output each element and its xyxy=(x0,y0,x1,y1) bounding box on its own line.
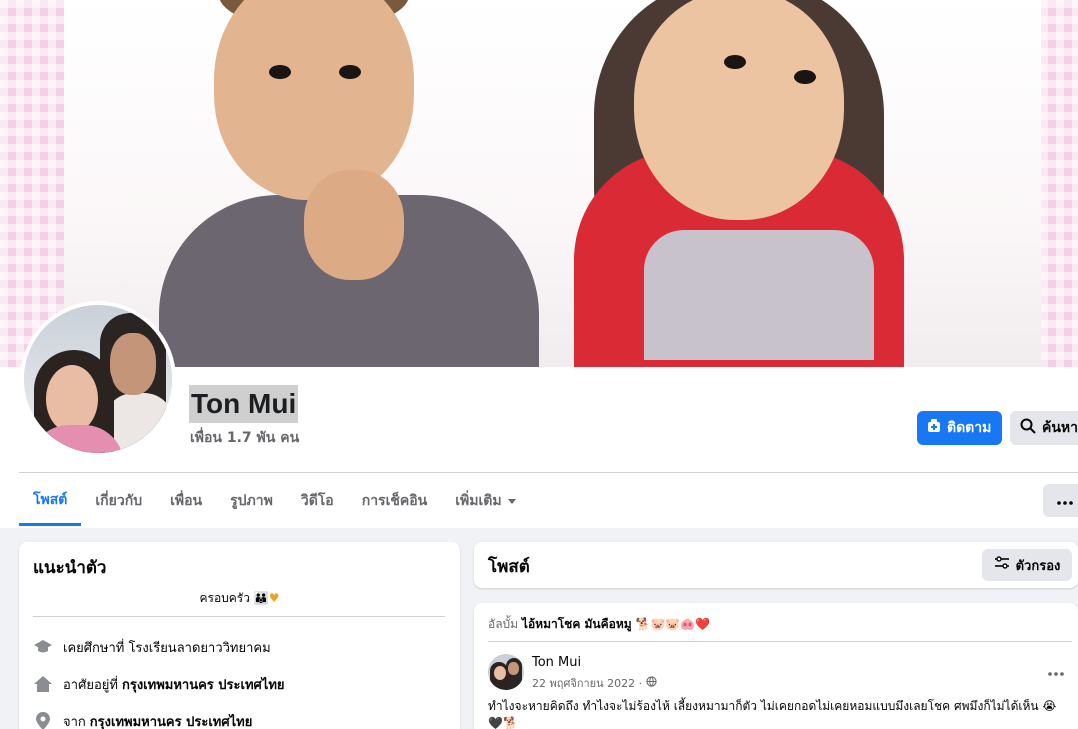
tab-more[interactable]: เพิ่มเติม xyxy=(441,476,529,526)
home-icon xyxy=(33,674,53,694)
location-pin-icon xyxy=(33,711,53,729)
lives-in-link[interactable]: กรุงเทพมหานคร ประเทศไทย xyxy=(122,674,285,695)
filter-sliders-icon xyxy=(994,556,1010,574)
post-date[interactable]: 22 พฤศจิกายน 2022 · xyxy=(532,674,657,692)
follow-icon xyxy=(927,419,941,437)
search-icon xyxy=(1020,418,1036,438)
album-line: อัลบั้ม ไอ้หมาโชค มันคือหมู 🐕🐷🐷🐽❤️ xyxy=(488,617,711,631)
follow-button[interactable]: ติดตาม xyxy=(917,411,1002,445)
post-text: ทำไงจะหายคิดถึง ทำไงจะไม่ร้องไห้ เลี้ยงห… xyxy=(488,699,1057,729)
intro-divider xyxy=(33,616,445,617)
tab-friends[interactable]: เพื่อน xyxy=(156,476,216,526)
intro-card: แนะนำตัว ครอบครัว 👪♥ เคยศึกษาที่ โรงเรีย… xyxy=(19,542,460,729)
more-dots-icon xyxy=(1057,493,1073,509)
friends-count[interactable]: เพื่อน 1.7 พัน คน xyxy=(190,427,299,449)
intro-lives-in: อาศัยอยู่ที่ กรุงเทพมหานคร ประเทศไทย xyxy=(33,672,285,696)
globe-icon xyxy=(646,676,657,690)
chevron-down-icon xyxy=(507,498,516,504)
tab-checkins[interactable]: การเช็คอิน xyxy=(348,476,442,526)
post-options-button[interactable] xyxy=(1042,658,1070,682)
graduation-cap-icon xyxy=(33,637,53,657)
posts-title: โพสต์ xyxy=(488,557,530,577)
posts-header-card: โพสต์ ตัวกรอง xyxy=(474,542,1078,588)
search-label: ค้นหา xyxy=(1042,420,1078,436)
intro-from: จาก กรุงเทพมหานคร ประเทศไทย xyxy=(33,709,252,729)
bio-emoji: 👪♥ xyxy=(253,591,280,605)
intro-education: เคยศึกษาที่ โรงเรียนลาดยาววิทยาคม xyxy=(33,635,271,659)
post-divider xyxy=(488,641,1072,642)
profile-name: Ton Mui xyxy=(189,385,299,423)
post-author-name[interactable]: Ton Mui xyxy=(532,655,581,670)
tab-about[interactable]: เกี่ยวกับ xyxy=(81,476,156,526)
header-divider xyxy=(19,472,1078,473)
profile-avatar[interactable] xyxy=(20,301,176,457)
post-card: อัลบั้ม ไอ้หมาโชค มันคือหมู 🐕🐷🐷🐽❤️ Ton M… xyxy=(474,603,1078,729)
filter-label: ตัวกรอง xyxy=(1015,558,1061,574)
post-author-avatar[interactable] xyxy=(488,654,524,690)
tab-posts[interactable]: โพสต์ xyxy=(19,476,82,526)
intro-bio: ครอบครัว 👪♥ xyxy=(199,591,280,605)
profile-header: Ton Mui เพื่อน 1.7 พัน คน ติดตาม ค้นหา โ… xyxy=(0,0,1078,528)
profile-tabs: โพสต์ เกี่ยวกับ เพื่อน รูปภาพ วิดีโอ การ… xyxy=(19,476,530,528)
follow-label: ติดตาม xyxy=(947,420,992,436)
intro-title: แนะนำตัว xyxy=(33,558,107,578)
album-emoji: 🐕🐷🐷🐽❤️ xyxy=(635,617,711,631)
filter-button[interactable]: ตัวกรอง xyxy=(982,549,1072,581)
more-options-button[interactable] xyxy=(1043,484,1078,517)
cover-image xyxy=(64,0,1041,367)
from-link[interactable]: กรุงเทพมหานคร ประเทศไทย xyxy=(90,711,253,729)
tab-photos[interactable]: รูปภาพ xyxy=(216,476,287,526)
tab-videos[interactable]: วิดีโอ xyxy=(287,476,348,526)
album-link[interactable]: ไอ้หมาโชค มันคือหมู xyxy=(522,617,632,631)
search-button[interactable]: ค้นหา xyxy=(1010,411,1078,445)
more-dots-icon xyxy=(1048,661,1064,680)
